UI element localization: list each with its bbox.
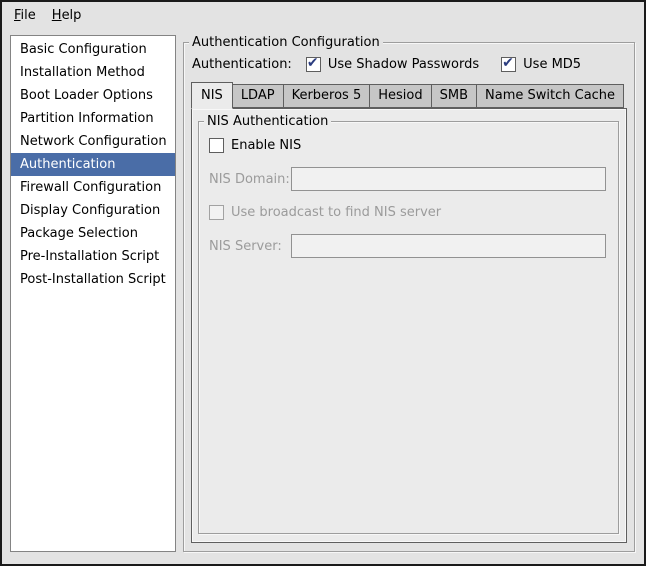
tab-ldap[interactable]: LDAP — [232, 84, 284, 108]
use-shadow-passwords-checkbox[interactable] — [306, 57, 321, 72]
tab-smb[interactable]: SMB — [431, 84, 477, 108]
nis-server-label: NIS Server: — [209, 239, 291, 254]
nis-authentication-frame: NIS Authentication Enable NIS NIS Domain… — [198, 121, 619, 534]
tab-hesiod[interactable]: Hesiod — [369, 84, 431, 108]
menubar: File Help — [2, 2, 644, 29]
use-shadow-passwords-label: Use Shadow Passwords — [328, 57, 479, 72]
enable-nis-checkbox[interactable] — [209, 138, 224, 153]
nis-domain-label: NIS Domain: — [209, 172, 291, 187]
enable-nis-label: Enable NIS — [231, 138, 301, 153]
nis-server-input — [291, 234, 606, 258]
sidebar-item-display-configuration[interactable]: Display Configuration — [11, 199, 175, 222]
broadcast-row: Use broadcast to find NIS server — [209, 205, 608, 220]
use-md5-group: Use MD5 — [501, 57, 581, 72]
authentication-label: Authentication: — [192, 57, 292, 72]
use-broadcast-checkbox — [209, 205, 224, 220]
nis-tab-page: NIS Authentication Enable NIS NIS Domain… — [191, 108, 627, 543]
main-area: Basic ConfigurationInstallation MethodBo… — [2, 29, 644, 564]
authentication-configuration-frame: Authentication Configuration Authenticat… — [183, 42, 635, 552]
sidebar-item-partition-information[interactable]: Partition Information — [11, 107, 175, 130]
use-md5-checkbox[interactable] — [501, 57, 516, 72]
sidebar-item-installation-method[interactable]: Installation Method — [11, 61, 175, 84]
sidebar-item-authentication[interactable]: Authentication — [11, 153, 175, 176]
menu-file[interactable]: File — [6, 4, 44, 27]
sidebar-item-network-configuration[interactable]: Network Configuration — [11, 130, 175, 153]
kickstart-configurator-window: File Help Basic ConfigurationInstallatio… — [0, 0, 646, 566]
tab-nis[interactable]: NIS — [191, 82, 233, 109]
use-md5-label: Use MD5 — [523, 57, 581, 72]
tab-bar: NISLDAPKerberos 5HesiodSMBName Switch Ca… — [191, 82, 627, 108]
use-shadow-passwords-group: Use Shadow Passwords — [306, 57, 479, 72]
nis-domain-row: NIS Domain: — [209, 167, 608, 191]
menu-help[interactable]: Help — [44, 4, 90, 27]
frame-title: Authentication Configuration — [189, 34, 383, 51]
authentication-row: Authentication: Use Shadow Passwords Use… — [192, 57, 627, 72]
sidebar-item-post-installation-script[interactable]: Post-Installation Script — [11, 268, 175, 291]
nis-frame-title: NIS Authentication — [204, 113, 331, 130]
sidebar-item-firewall-configuration[interactable]: Firewall Configuration — [11, 176, 175, 199]
tab-name-switch-cache[interactable]: Name Switch Cache — [476, 84, 624, 108]
nis-domain-input — [291, 167, 606, 191]
auth-notebook: NISLDAPKerberos 5HesiodSMBName Switch Ca… — [191, 82, 627, 543]
sidebar-item-pre-installation-script[interactable]: Pre-Installation Script — [11, 245, 175, 268]
sidebar-item-basic-configuration[interactable]: Basic Configuration — [11, 38, 175, 61]
tab-kerberos-5[interactable]: Kerberos 5 — [283, 84, 371, 108]
nis-server-row: NIS Server: — [209, 234, 608, 258]
sidebar-item-boot-loader-options[interactable]: Boot Loader Options — [11, 84, 175, 107]
sidebar-item-package-selection[interactable]: Package Selection — [11, 222, 175, 245]
use-broadcast-label: Use broadcast to find NIS server — [231, 205, 441, 220]
sidebar-list: Basic ConfigurationInstallation MethodBo… — [10, 35, 176, 552]
enable-nis-row: Enable NIS — [209, 138, 608, 153]
